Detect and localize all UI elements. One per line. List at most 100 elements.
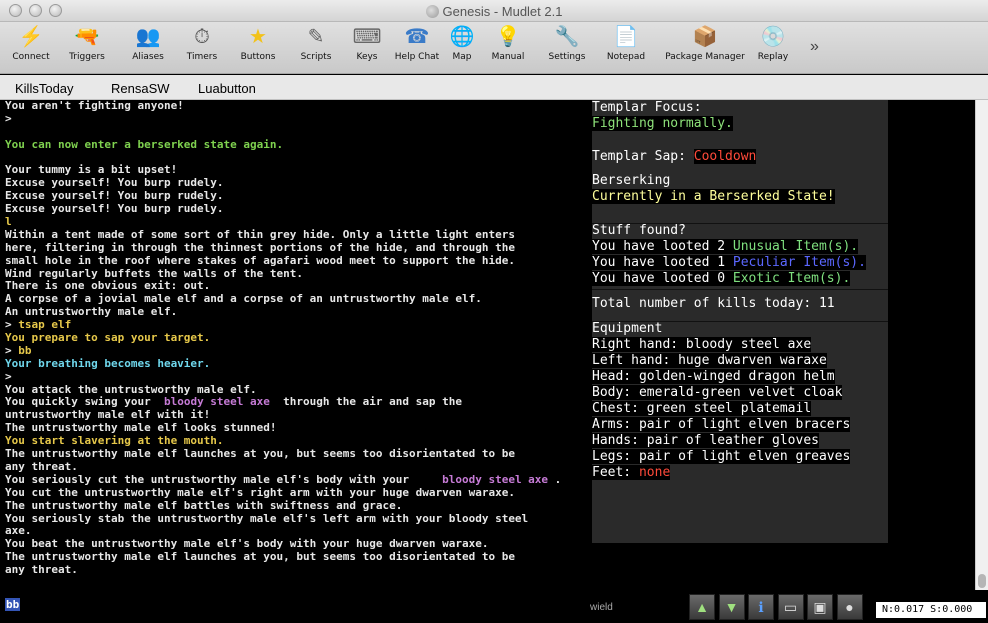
loot-row: You have looted 0 Exotic Item(s). <box>592 271 851 286</box>
equipment-row: Left hand: huge dwarven waraxe <box>592 353 827 368</box>
wield-label: wield <box>590 602 613 613</box>
toolbar-help-chat-button[interactable]: ☎ Help Chat <box>393 22 441 74</box>
window-icon[interactable]: ▣ <box>807 594 833 620</box>
console-scrollbar[interactable] <box>975 100 988 590</box>
manual-icon: 💡 <box>495 26 521 48</box>
output-line: any threat. <box>5 563 78 577</box>
app-icon <box>425 5 439 18</box>
equipment-row: Right hand: bloody steel axe <box>592 337 812 352</box>
sap-value: Cooldown <box>693 149 757 164</box>
status-panel: Templar Focus: Fighting normally. Templa… <box>592 100 888 543</box>
toolbar-label: Connect <box>12 52 50 62</box>
toolbar-map-button[interactable]: 🌐 Map <box>447 22 477 74</box>
toolbar-connect-button[interactable]: ⚡ Connect <box>8 22 54 74</box>
toolbar-keys-button[interactable]: ⌨ Keys <box>349 22 385 74</box>
equipment-row: Legs: pair of light elven greaves <box>592 449 851 464</box>
record-icon[interactable]: ● <box>836 594 863 620</box>
notepad-icon: 📄 <box>613 26 639 48</box>
user-button-luabutton[interactable]: Luabutton <box>198 81 256 96</box>
console-output: You aren't fighting anyone! > You can now … <box>5 100 585 577</box>
kills-section: Total number of kills today: 11 <box>592 296 888 312</box>
output-line: The untrustworthy male elf launches at y… <box>5 447 515 461</box>
equipment-row: Arms: pair of light elven bracers <box>592 417 851 432</box>
output-line: You can now enter a berserked state agai… <box>5 137 284 151</box>
loot-row: You have looted 1 Peculiar Item(s). <box>592 255 866 270</box>
toolbar-label: Map <box>452 52 472 62</box>
sap-label: Templar Sap: <box>592 149 694 164</box>
toolbar-label: Triggers <box>69 52 105 62</box>
toolbar-label: Package Manager <box>665 52 745 62</box>
triggers-icon: 🔫 <box>74 26 100 48</box>
stuff-found-label: Stuff found? <box>592 223 686 238</box>
toolbar-label: Help Chat <box>394 52 440 62</box>
toolbar-label: Aliases <box>132 52 164 62</box>
connect-icon: ⚡ <box>18 26 44 48</box>
keys-icon: ⌨ <box>352 26 382 48</box>
toolbar-scripts-button[interactable]: ✎ Scripts <box>294 22 338 74</box>
map-icon: 🌐 <box>449 26 475 48</box>
focus-label: Templar Focus: <box>592 100 702 115</box>
equipment-row: Chest: green steel platemail <box>592 401 812 416</box>
toolbar-timers-button[interactable]: ⏱ Timers <box>184 22 220 74</box>
coordinates-readout: N:0.017 S:0.000 <box>876 602 986 618</box>
toolbar-package-manager-button[interactable]: 📦 Package Manager <box>665 22 745 74</box>
user-button-bar: KillsToday RensaSW Luabutton <box>0 75 988 100</box>
toolbar-label: Notepad <box>606 52 646 62</box>
equipment-section: Equipment Right hand: bloody steel axe Le… <box>592 321 888 481</box>
output-line: The untrustworthy male elf launches at y… <box>5 550 515 564</box>
toolbar-notepad-button[interactable]: 📄 Notepad <box>604 22 648 74</box>
output-line: > <box>5 111 12 125</box>
equipment-row: Body: emerald-green velvet cloak <box>592 385 843 400</box>
main-toolbar: » ⚡ Connect 🔫 Triggers 👥 Aliases ⏱ Timers ★ Butto… <box>0 22 988 74</box>
window-title: Genesis - Mudlet 2.1 <box>0 4 988 19</box>
loot-section: Stuff found? You have looted 2 Unusual I… <box>592 223 888 287</box>
scrollbar-thumb[interactable] <box>978 574 986 588</box>
toolbar-aliases-button[interactable]: 👥 Aliases <box>125 22 171 74</box>
toolbar-settings-button[interactable]: 🔧 Settings <box>542 22 592 74</box>
focus-value: Fighting normally. <box>592 116 733 131</box>
down-arrow-icon[interactable]: ▼ <box>718 594 745 620</box>
toolbar-replay-button[interactable]: 💿 Replay <box>755 22 791 74</box>
loot-row: You have looted 2 Unusual Item(s). <box>592 239 859 254</box>
package-manager-icon: 📦 <box>692 26 718 48</box>
feet-label: Feet: <box>592 465 639 480</box>
output-line: Excuse yourself! You burp rudely. <box>5 202 224 216</box>
berserk-value: Currently in a Berserked State! <box>592 189 835 204</box>
toolbar-label: Manual <box>491 52 525 62</box>
replay-icon: 💿 <box>760 26 786 48</box>
equipment-row: Head: golden-winged dragon helm <box>592 369 835 384</box>
templar-sap-section: Templar Sap: Cooldown <box>592 149 888 165</box>
toolbar-label: Replay <box>757 52 789 62</box>
equipment-label: Equipment <box>592 321 663 336</box>
toolbar-label: Buttons <box>240 52 276 62</box>
output-line: You aren't fighting anyone! <box>5 100 184 112</box>
templar-focus-section: Templar Focus: Fighting normally. <box>592 100 888 132</box>
command-bar: bb wield N:0.017 S:0.000 ▲ ▼ ℹ ▭ ▣ ● <box>0 590 988 623</box>
toolbar-triggers-button[interactable]: 🔫 Triggers <box>60 22 114 74</box>
output-line: You seriously stab the untrustworthy mal… <box>5 511 529 525</box>
user-button-rensasw[interactable]: RensaSW <box>111 81 170 96</box>
toolbar-label: Settings <box>548 52 586 62</box>
feet-value: none <box>638 465 671 480</box>
toolbar-label: Keys <box>356 52 378 62</box>
timers-icon: ⏱ <box>194 26 210 48</box>
up-arrow-icon[interactable]: ▲ <box>689 594 715 620</box>
kills-today: Total number of kills today: 11 <box>592 296 835 311</box>
buttons-icon: ★ <box>249 26 267 48</box>
command-input[interactable]: bb <box>5 598 21 611</box>
toolbar-overflow-icon[interactable]: » <box>810 38 819 56</box>
toolbar-buttons-button[interactable]: ★ Buttons <box>236 22 280 74</box>
berserk-label: Berserking <box>592 173 671 188</box>
user-button-killstoday[interactable]: KillsToday <box>15 81 74 96</box>
output-line: You prepare to sap your target. <box>5 331 211 345</box>
info-icon[interactable]: ℹ <box>748 594 774 620</box>
toolbar-manual-button[interactable]: 💡 Manual <box>490 22 526 74</box>
title-bar: Genesis - Mudlet 2.1 <box>0 0 988 22</box>
toolbar-label: Scripts <box>300 52 332 62</box>
equipment-row: Hands: pair of leather gloves <box>592 433 819 448</box>
settings-icon: 🔧 <box>554 26 580 48</box>
toolbar-label: Timers <box>186 52 218 62</box>
help-chat-icon: ☎ <box>404 26 430 48</box>
ellipsis-icon[interactable]: ▭ <box>777 594 804 620</box>
output-line: An untrustworthy male elf. <box>5 305 178 319</box>
